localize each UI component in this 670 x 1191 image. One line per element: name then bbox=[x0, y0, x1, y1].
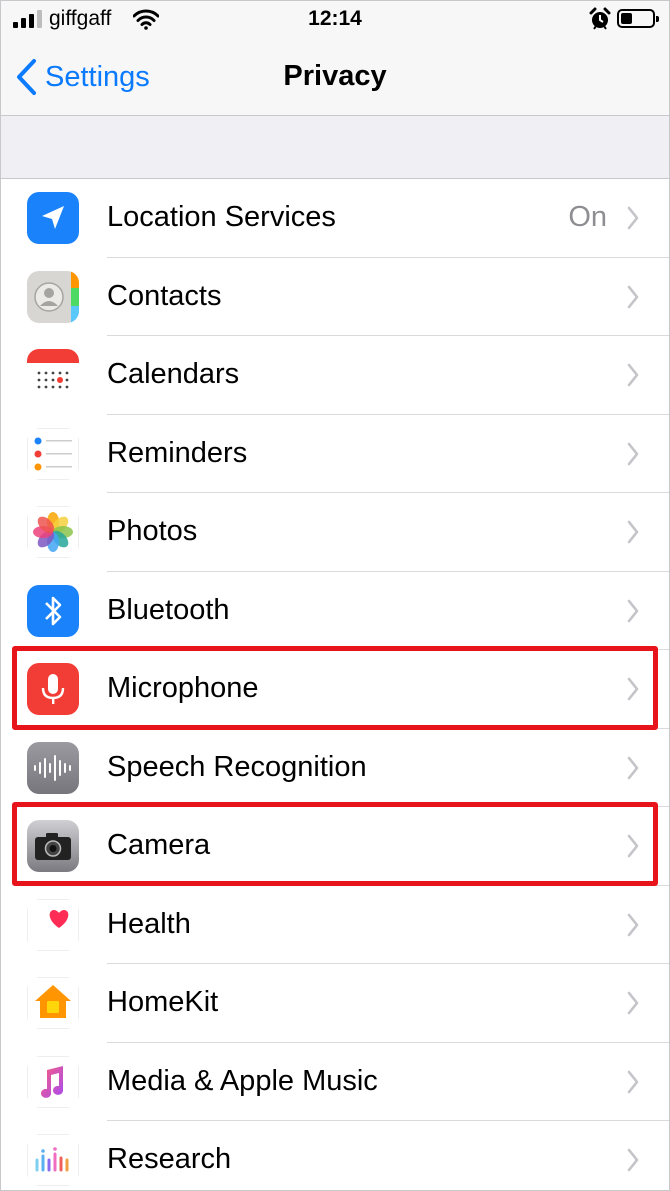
photos-icon bbox=[27, 506, 79, 558]
chevron-right-icon bbox=[627, 206, 639, 230]
row-label: Reminders bbox=[107, 436, 248, 469]
chevron-right-icon bbox=[627, 520, 639, 544]
camera-highlight-box bbox=[12, 802, 658, 886]
settings-row-calendars[interactable]: Calendars bbox=[1, 336, 669, 415]
row-label: Health bbox=[107, 907, 191, 940]
row-value: On bbox=[568, 201, 607, 233]
chevron-right-icon bbox=[627, 991, 639, 1015]
row-label: Photos bbox=[107, 515, 198, 547]
microphone-highlight-box bbox=[12, 646, 658, 730]
location-arrow-icon bbox=[27, 192, 79, 244]
navigation-bar: Settings Privacy bbox=[1, 39, 669, 116]
settings-row-media-and-apple-music[interactable]: Media & Apple Music bbox=[1, 1043, 669, 1121]
settings-row-photos[interactable]: Photos bbox=[1, 493, 669, 572]
chevron-right-icon bbox=[627, 363, 639, 387]
waveform-icon bbox=[27, 741, 79, 794]
section-spacer bbox=[1, 116, 669, 179]
settings-row-location-services[interactable]: Location Services On bbox=[1, 179, 669, 258]
chevron-right-icon bbox=[627, 285, 639, 308]
row-label: Research bbox=[107, 1143, 232, 1175]
settings-row-homekit[interactable]: HomeKit bbox=[1, 964, 669, 1043]
chevron-right-icon bbox=[627, 1148, 639, 1172]
chevron-right-icon bbox=[627, 1070, 639, 1093]
row-label: Contacts bbox=[107, 279, 222, 312]
chevron-right-icon bbox=[627, 442, 639, 465]
alarm-icon bbox=[589, 7, 611, 30]
chevron-right-icon bbox=[627, 913, 639, 936]
bluetooth-icon bbox=[27, 584, 79, 637]
settings-row-research[interactable]: Research bbox=[1, 1121, 669, 1190]
settings-row-bluetooth[interactable]: Bluetooth bbox=[1, 572, 669, 650]
heart-icon bbox=[27, 898, 79, 951]
row-label: Location Services bbox=[107, 201, 336, 233]
row-label: HomeKit bbox=[107, 986, 219, 1018]
row-label: Media & Apple Music bbox=[107, 1064, 378, 1097]
home-icon bbox=[27, 977, 79, 1029]
contacts-icon bbox=[27, 270, 79, 323]
row-label: Bluetooth bbox=[107, 593, 230, 626]
phone-screen: giffgaff 12:14 Settings Privacy Location… bbox=[0, 0, 670, 1191]
chevron-right-icon bbox=[627, 599, 639, 622]
reminders-icon bbox=[27, 427, 79, 480]
music-note-icon bbox=[27, 1055, 79, 1108]
settings-row-health[interactable]: Health bbox=[1, 886, 669, 964]
research-icon bbox=[27, 1134, 79, 1186]
settings-row-contacts[interactable]: Contacts bbox=[1, 258, 669, 336]
page-title: Privacy bbox=[283, 60, 387, 92]
status-time: 12:14 bbox=[308, 7, 362, 30]
calendar-icon bbox=[27, 349, 79, 401]
settings-row-reminders[interactable]: Reminders bbox=[1, 415, 669, 493]
row-label: Calendars bbox=[107, 358, 240, 390]
row-label: Speech Recognition bbox=[107, 750, 367, 783]
status-bar: giffgaff 12:14 bbox=[1, 1, 669, 39]
battery-icon bbox=[617, 9, 659, 28]
settings-row-speech-recognition[interactable]: Speech Recognition bbox=[1, 729, 669, 807]
chevron-right-icon bbox=[627, 756, 639, 779]
